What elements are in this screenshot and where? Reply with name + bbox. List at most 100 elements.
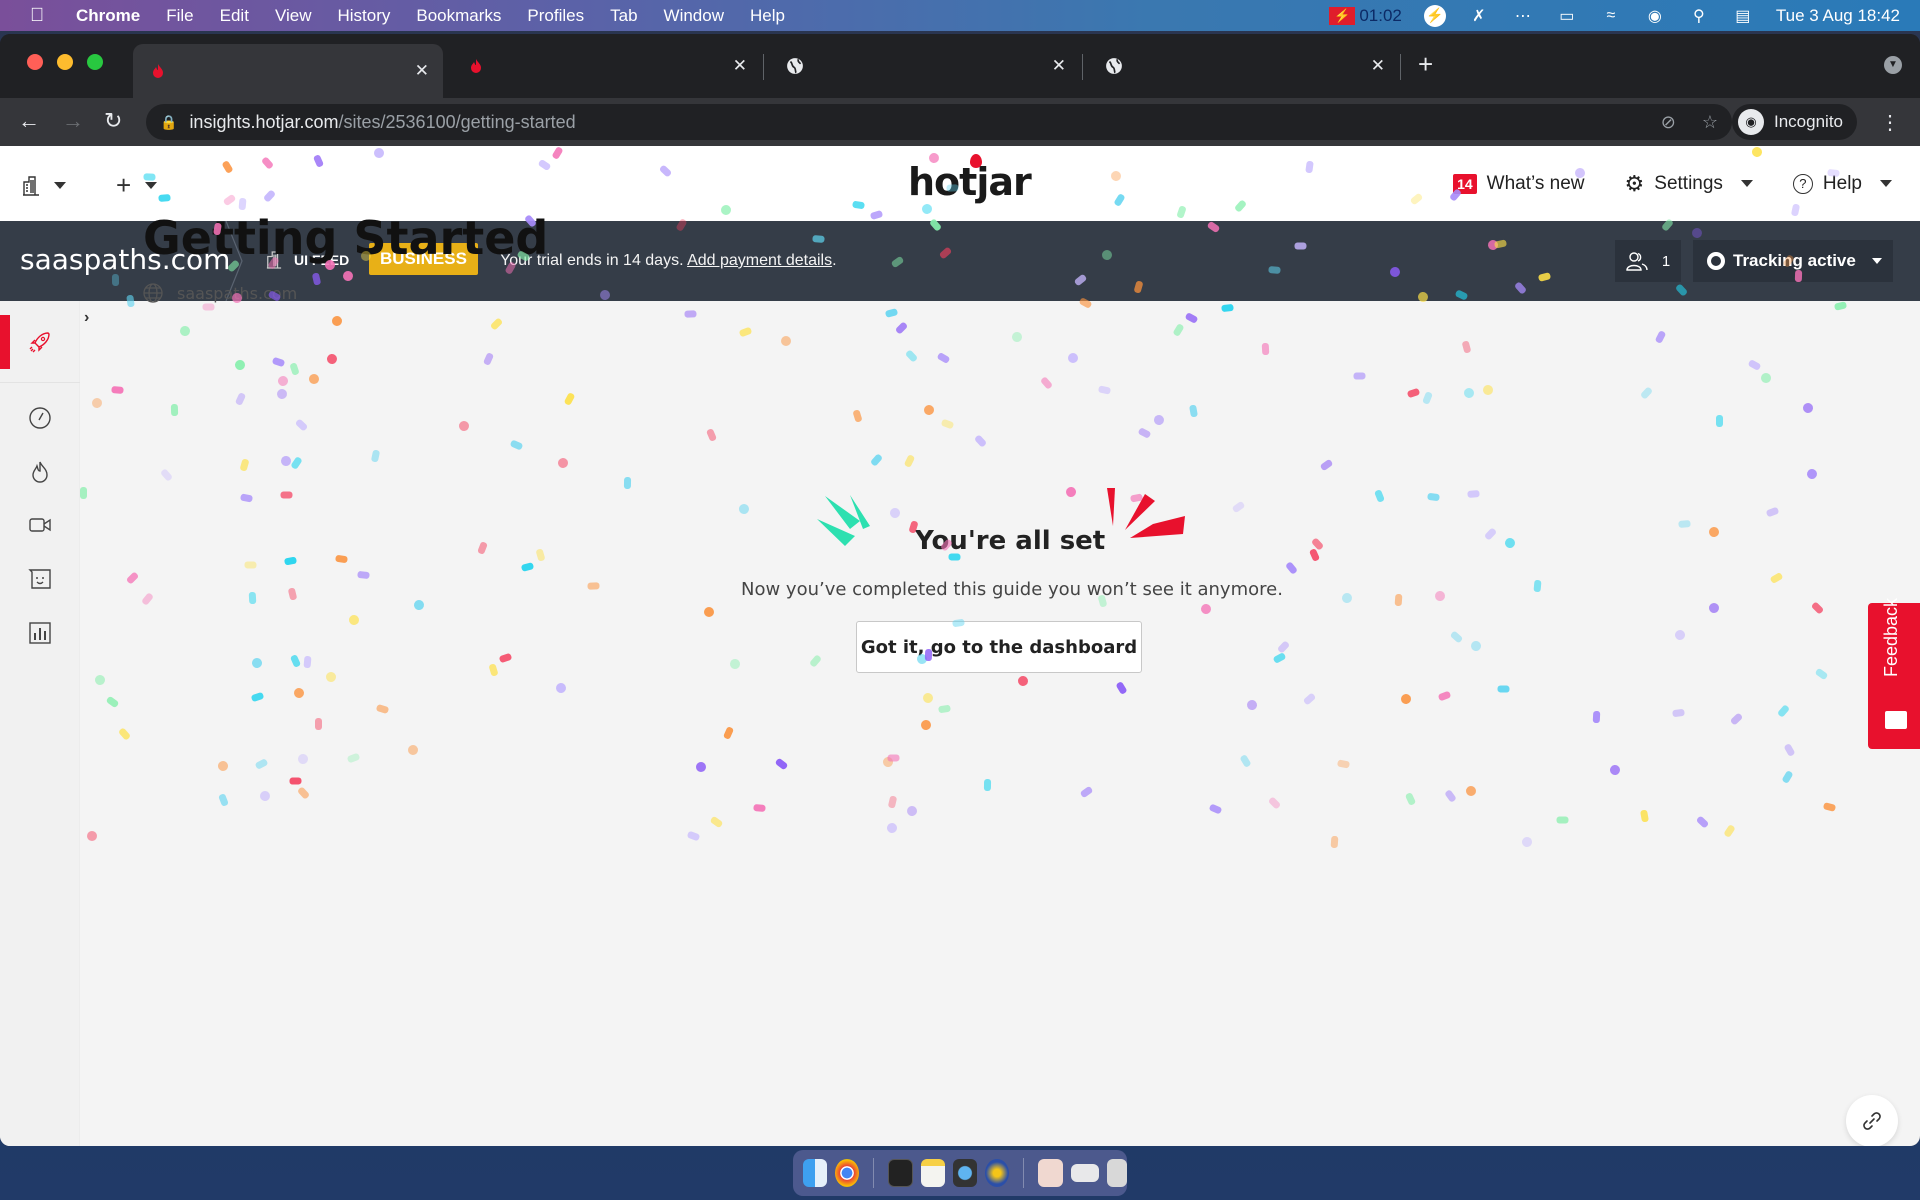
confetti-piece [1639, 809, 1649, 823]
hotjar-logo[interactable]: hotjar [908, 154, 1032, 204]
settings-menu[interactable]: ⚙ Settings [1625, 171, 1753, 197]
help-menu[interactable]: ? Help [1792, 173, 1892, 195]
forward-button[interactable]: → [62, 108, 84, 134]
menu-edit[interactable]: Edit [220, 6, 249, 26]
confetti-piece [1672, 708, 1685, 717]
feedback-smiley-icon [1885, 711, 1907, 729]
close-tab-icon[interactable]: ✕ [733, 56, 747, 76]
incognito-icon: ◉ [1738, 109, 1764, 135]
confetti-piece [1394, 593, 1403, 607]
dock-separator [1023, 1158, 1025, 1188]
confetti-piece [705, 427, 717, 442]
battery-icon[interactable]: ▭ [1556, 5, 1578, 27]
user-account-icon[interactable]: ◉ [1644, 5, 1666, 27]
menu-tab[interactable]: Tab [610, 6, 637, 26]
wifi-icon[interactable]: ≈ [1600, 5, 1622, 27]
close-tab-icon[interactable]: ✕ [1371, 56, 1385, 76]
spotlight-search-icon[interactable]: ⚲ [1688, 5, 1710, 27]
new-tab-button[interactable]: + [1418, 49, 1433, 80]
sidebar-item-dashboard[interactable] [0, 391, 80, 445]
menu-file[interactable]: File [166, 6, 193, 26]
team-members-button[interactable]: 1 [1615, 240, 1681, 282]
dock-chrome-icon[interactable] [835, 1159, 860, 1187]
control-center-icon[interactable]: ▤ [1732, 5, 1754, 27]
menu-app-name[interactable]: Chrome [76, 6, 140, 26]
back-button[interactable]: ← [18, 108, 40, 134]
confetti-piece [555, 682, 567, 694]
confetti-piece [895, 321, 909, 335]
bookmark-star-icon[interactable]: ☆ [1702, 112, 1718, 133]
confetti-piece [1608, 764, 1621, 776]
tab-search-icon[interactable]: ▼ [1884, 56, 1902, 74]
menu-profiles[interactable]: Profiles [527, 6, 584, 26]
menu-window[interactable]: Window [664, 6, 724, 26]
tab-setup-hotjar[interactable]: Set up your Hotjar account ✕ [1089, 44, 1852, 163]
dock-terminal-icon[interactable] [888, 1159, 913, 1187]
dots-icon[interactable]: ⋯ [1512, 5, 1534, 27]
reload-button[interactable]: ↻ [104, 108, 122, 134]
add-new-button[interactable]: + [116, 170, 158, 201]
share-link-button[interactable] [1846, 1095, 1898, 1146]
confetti-piece [693, 760, 709, 775]
chevron-down-icon [54, 182, 66, 189]
confetti-piece [905, 805, 918, 818]
dock-lightning-app-icon[interactable] [985, 1159, 1010, 1187]
close-window-button[interactable] [27, 54, 43, 70]
whats-new-button[interactable]: 14 What’s new [1453, 173, 1585, 195]
page-title: Getting Started [143, 211, 549, 265]
feedback-tab-button[interactable]: Feedback [1868, 598, 1920, 749]
dock-window-preview-icon[interactable] [1070, 1164, 1099, 1182]
sidebar-item-surveys[interactable] [0, 606, 80, 660]
url-text[interactable]: insights.hotjar.com/sites/2536100/gettin… [189, 112, 575, 133]
add-payment-details-link[interactable]: Add payment details [687, 252, 832, 269]
lightning-app-icon[interactable]: ⚡ [1423, 4, 1446, 27]
dock-trash-icon[interactable] [1106, 1159, 1127, 1187]
chrome-menu-icon[interactable]: ⋮ [1880, 110, 1900, 135]
menu-help[interactable]: Help [750, 6, 785, 26]
confetti-piece [1097, 385, 1111, 395]
confetti-piece [349, 614, 360, 625]
tracking-blocked-eye-icon[interactable]: ⊘ [1661, 112, 1676, 133]
tab-django-email[interactable]: Select email to change | Django ✕ [770, 44, 1149, 163]
confetti-piece [780, 335, 791, 346]
recorder-icon: ⚡ [1329, 6, 1356, 25]
dock-notes-icon[interactable] [920, 1159, 945, 1187]
dock-finder-icon[interactable] [803, 1159, 828, 1187]
confetti-piece [684, 310, 697, 318]
tab-recording[interactable]: Recording 7200277396 ✕ [451, 44, 1131, 163]
menu-clock[interactable]: Tue 3 Aug 18:42 [1776, 6, 1900, 26]
sidebar-item-feedback[interactable] [0, 552, 80, 606]
organization-switcher[interactable] [22, 175, 66, 196]
sidebar-item-recordings[interactable] [0, 498, 80, 552]
globe-icon [143, 283, 163, 303]
tab-getting-started[interactable]: Getting Started - Hotjar ✕ [133, 44, 818, 163]
menu-bookmarks[interactable]: Bookmarks [416, 6, 501, 26]
dock-folder-icon[interactable] [1038, 1159, 1063, 1187]
minimize-window-button[interactable] [57, 54, 73, 70]
apple-menu-icon[interactable]:  [30, 5, 50, 27]
confetti-piece [1805, 467, 1819, 482]
confetti-piece [1520, 835, 1534, 849]
maximize-window-button[interactable] [87, 54, 103, 70]
close-tab-icon[interactable]: ✕ [1052, 56, 1066, 76]
close-tab-icon[interactable]: ✕ [415, 61, 429, 81]
dock-quicktime-icon[interactable] [952, 1159, 978, 1187]
bluetooth-icon[interactable]: ✗ [1468, 5, 1490, 27]
menu-view[interactable]: View [275, 6, 312, 26]
menu-history[interactable]: History [337, 6, 390, 26]
completion-message: Now you’ve completed this guide you won’… [741, 579, 1283, 600]
expand-sidebar-button[interactable]: › [84, 309, 89, 327]
go-to-dashboard-button[interactable]: Got it, go to the dashboard [856, 621, 1142, 673]
address-bar[interactable]: 🔒 insights.hotjar.com/sites/2536100/gett… [146, 104, 1732, 140]
confetti-piece [325, 671, 337, 683]
incognito-profile-button[interactable]: ◉ Incognito [1732, 104, 1857, 140]
confetti-piece [1437, 690, 1452, 702]
screen-recorder-status[interactable]: ⚡ 01:02 [1329, 6, 1402, 26]
sidebar-item-getting-started[interactable] [0, 315, 80, 369]
sidebar-item-heatmaps[interactable] [0, 445, 80, 499]
lock-icon[interactable]: 🔒 [160, 114, 177, 131]
confetti-piece [1115, 681, 1128, 696]
confetti-piece [904, 349, 918, 364]
tracking-status-dropdown[interactable]: Tracking active [1693, 240, 1893, 282]
confetti-piece [1231, 501, 1246, 514]
